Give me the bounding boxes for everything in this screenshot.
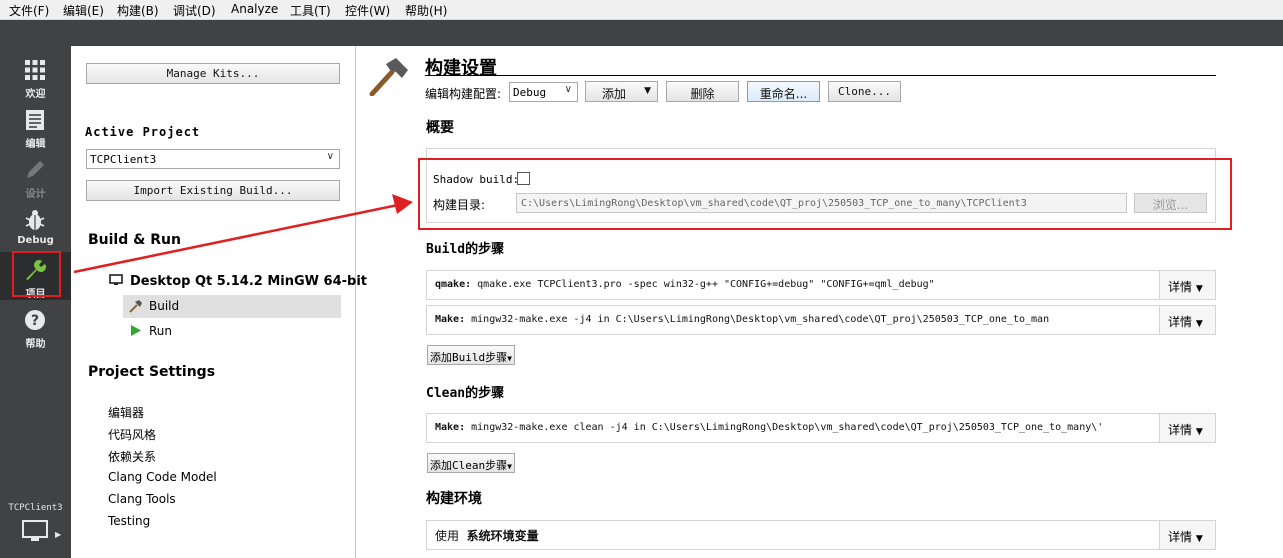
make-step[interactable]: Make: mingw32-make.exe -j4 in C:\Users\L…: [426, 305, 1216, 335]
clean-details-label: 详情: [1168, 423, 1193, 437]
clean-steps-heading: Clean的步骤: [426, 386, 505, 401]
env-details-label: 详情: [1168, 530, 1193, 544]
dropdown-arrow-icon: ▼: [507, 462, 512, 471]
build-env-row[interactable]: 使用 系统环境变量 详情 ▼: [426, 520, 1216, 550]
qmake-details-label: 详情: [1168, 280, 1193, 294]
qmake-step-prefix: qmake:: [435, 279, 472, 290]
qmake-details-button[interactable]: 详情 ▼: [1159, 271, 1215, 299]
dropdown-arrow-icon: ▼: [1195, 427, 1203, 437]
make-details-button[interactable]: 详情 ▼: [1159, 306, 1215, 334]
add-build-step-button[interactable]: 添加Build步骤▼: [427, 345, 515, 365]
add-clean-step-label: 添加Clean步骤: [430, 459, 508, 472]
qmake-step-command: qmake.exe TCPClient3.pro -spec win32-g++…: [471, 279, 935, 290]
env-value: 系统环境变量: [466, 529, 539, 543]
qmake-step[interactable]: qmake: qmake.exe TCPClient3.pro -spec wi…: [426, 270, 1216, 300]
env-use-label: 使用: [435, 529, 460, 543]
clean-make-step-prefix: Make:: [435, 422, 466, 433]
dropdown-arrow-icon: ▼: [1195, 284, 1203, 294]
clean-details-button[interactable]: 详情 ▼: [1159, 414, 1215, 442]
make-details-label: 详情: [1168, 315, 1193, 329]
build-steps-heading: Build的步骤: [426, 242, 505, 257]
make-step-prefix: Make:: [435, 314, 466, 325]
dropdown-arrow-icon: ▼: [1195, 319, 1203, 329]
clean-make-step-command: mingw32-make.exe clean -j4 in C:\Users\L…: [465, 422, 1104, 433]
dropdown-arrow-icon: ▼: [507, 354, 512, 363]
dropdown-arrow-icon: ▼: [1195, 534, 1203, 544]
build-env-heading: 构建环境: [426, 491, 482, 507]
env-details-button[interactable]: 详情 ▼: [1159, 521, 1215, 549]
make-step-command: mingw32-make.exe -j4 in C:\Users\LimingR…: [465, 314, 1050, 325]
add-clean-step-button[interactable]: 添加Clean步骤▼: [427, 453, 515, 473]
clean-make-step[interactable]: Make: mingw32-make.exe clean -j4 in C:\U…: [426, 413, 1216, 443]
add-build-step-label: 添加Build步骤: [430, 351, 508, 364]
